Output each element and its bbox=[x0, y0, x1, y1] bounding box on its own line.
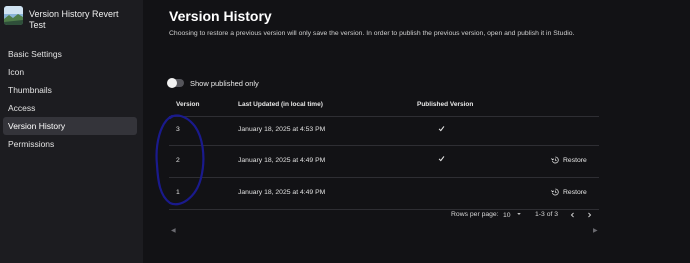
checkmark-icon bbox=[438, 155, 445, 164]
column-header-version: Version bbox=[176, 101, 200, 108]
version-number: 2 bbox=[176, 157, 180, 164]
place-title: Version History Revert Test bbox=[29, 9, 119, 30]
scroll-left-icon[interactable]: ◀ bbox=[171, 227, 176, 234]
sidebar-nav: Basic Settings Icon Thumbnails Access Ve… bbox=[0, 45, 143, 153]
column-header-published: Published Version bbox=[417, 101, 474, 108]
sidebar-item-permissions[interactable]: Permissions bbox=[0, 135, 143, 153]
main-content: Version History Choosing to restore a pr… bbox=[143, 0, 690, 263]
restore-button[interactable]: Restore bbox=[551, 156, 587, 164]
restore-label: Restore bbox=[563, 156, 587, 164]
pagination-range: 1-3 of 3 bbox=[535, 211, 559, 218]
page-title: Version History bbox=[169, 8, 272, 24]
sidebar-item-thumbnails[interactable]: Thumbnails bbox=[0, 81, 143, 99]
sidebar: Version History Revert Test Basic Settin… bbox=[0, 0, 143, 263]
toggle-label: Show published only bbox=[190, 78, 259, 88]
toggle-track[interactable] bbox=[167, 78, 184, 88]
history-restore-icon bbox=[551, 188, 559, 196]
restore-label: Restore bbox=[563, 188, 587, 196]
show-published-only-toggle[interactable]: Show published only bbox=[167, 78, 259, 88]
last-updated: January 18, 2025 at 4:53 PM bbox=[238, 126, 326, 133]
sidebar-item-access[interactable]: Access bbox=[0, 99, 143, 117]
chevron-right-icon[interactable] bbox=[586, 211, 593, 221]
version-number: 1 bbox=[176, 189, 180, 196]
chevron-left-icon[interactable] bbox=[569, 211, 576, 221]
sidebar-item-basic-settings[interactable]: Basic Settings bbox=[0, 45, 143, 63]
rows-per-page-label: Rows per page: bbox=[451, 211, 499, 218]
history-restore-icon bbox=[551, 156, 559, 164]
table-row: 3 January 18, 2025 at 4:53 PM bbox=[169, 117, 599, 146]
rows-per-page-value[interactable]: 10 bbox=[503, 212, 511, 219]
table-row: 1 January 18, 2025 at 4:49 PM Restore bbox=[169, 178, 599, 210]
last-updated: January 18, 2025 at 4:49 PM bbox=[238, 157, 326, 164]
restore-button[interactable]: Restore bbox=[551, 188, 587, 196]
scroll-right-icon[interactable]: ▶ bbox=[593, 227, 598, 234]
column-header-last-updated: Last Updated (in local time) bbox=[238, 101, 323, 108]
table-row: 2 January 18, 2025 at 4:49 PM Restore bbox=[169, 146, 599, 178]
table-header: Version Last Updated (in local time) Pub… bbox=[169, 95, 599, 117]
last-updated: January 18, 2025 at 4:49 PM bbox=[238, 189, 326, 196]
place-thumbnail bbox=[4, 6, 23, 25]
app-window: Version History Revert Test Basic Settin… bbox=[0, 0, 690, 263]
sidebar-item-icon[interactable]: Icon bbox=[0, 63, 143, 81]
sidebar-item-version-history[interactable]: Version History bbox=[3, 117, 137, 135]
rows-per-page-select[interactable]: 10 bbox=[503, 211, 522, 219]
version-table: Version Last Updated (in local time) Pub… bbox=[169, 95, 599, 210]
checkmark-icon bbox=[438, 125, 445, 134]
version-number: 3 bbox=[176, 126, 180, 133]
toggle-knob[interactable] bbox=[167, 78, 177, 88]
caret-down-icon[interactable] bbox=[516, 211, 522, 217]
page-description: Choosing to restore a previous version w… bbox=[169, 30, 575, 37]
